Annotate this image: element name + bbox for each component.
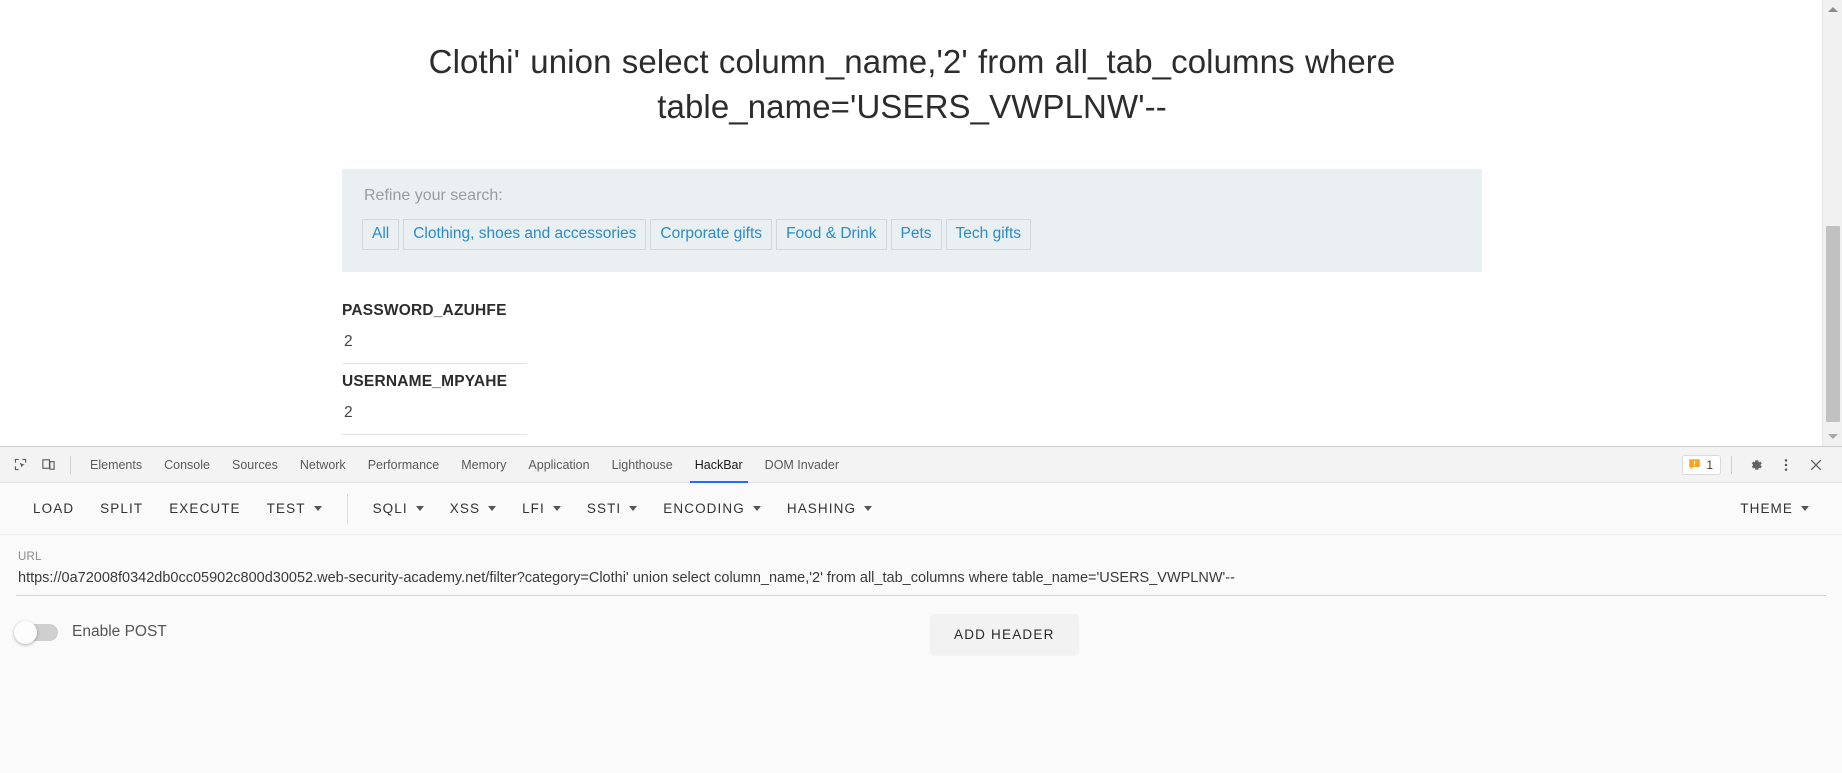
chevron-down-icon: [488, 506, 497, 511]
tab-performance[interactable]: Performance: [357, 447, 451, 483]
inspect-element-icon[interactable]: [6, 451, 34, 479]
tab-hackbar[interactable]: HackBar: [684, 447, 754, 483]
chevron-down-icon: [313, 506, 322, 511]
toolbar-divider-right: [1731, 455, 1732, 474]
inspect-element-icon-glyph: [14, 458, 26, 471]
hackbar-split-label: SPLIT: [100, 501, 144, 516]
hackbar-bottom-row: Enable POST ADD HEADER: [0, 596, 1842, 773]
chevron-down-icon: [1801, 506, 1809, 511]
hackbar-execute-label: EXECUTE: [169, 501, 241, 516]
devtools-panel: Elements Console Sources Network Perform…: [0, 446, 1842, 773]
hackbar-panel: LOAD SPLIT EXECUTE TEST SQLI XSS LFI SST…: [0, 483, 1842, 773]
hackbar-encoding-menu[interactable]: ENCODING: [650, 493, 774, 524]
result-row: PASSWORD_AZUHFE 2: [342, 302, 527, 365]
hackbar-load-label: LOAD: [33, 501, 75, 516]
devtools-tabs: Elements Console Sources Network Perform…: [79, 447, 850, 483]
enable-post-toggle[interactable]: Enable POST: [14, 620, 167, 644]
devtools-tabbar: Elements Console Sources Network Perform…: [0, 447, 1842, 483]
device-toolbar-icon-glyph: [41, 459, 55, 470]
hackbar-test-menu[interactable]: TEST: [254, 493, 335, 524]
hackbar-encoding-label: ENCODING: [663, 501, 745, 516]
hackbar-test-label: TEST: [266, 501, 306, 516]
device-toolbar-icon[interactable]: [34, 451, 62, 479]
tab-sources[interactable]: Sources: [221, 447, 289, 483]
result-name: USERNAME_MPYAHE: [342, 373, 508, 391]
category-link-corporate[interactable]: Corporate gifts: [650, 219, 773, 251]
tab-elements[interactable]: Elements: [79, 447, 153, 483]
page-viewport: Clothi' union select column_name,'2' fro…: [0, 0, 1842, 446]
warnings-badge[interactable]: 1: [1682, 454, 1721, 475]
hackbar-ssti-menu[interactable]: SSTI: [574, 493, 650, 524]
tab-lighthouse[interactable]: Lighthouse: [601, 447, 684, 483]
add-header-button[interactable]: ADD HEADER: [930, 614, 1079, 655]
hackbar-split-button[interactable]: SPLIT: [87, 493, 156, 524]
hackbar-url-block: URL: [0, 535, 1842, 596]
hackbar-toolbar-divider: [346, 493, 348, 524]
devtools-toolbar-right: 1: [1682, 451, 1836, 479]
tab-memory[interactable]: Memory: [450, 447, 517, 483]
hackbar-hashing-menu[interactable]: HASHING: [774, 493, 885, 524]
category-link-food-drink[interactable]: Food & Drink: [776, 219, 887, 251]
page-content: Clothi' union select column_name,'2' fro…: [0, 0, 1824, 446]
close-icon[interactable]: [1802, 451, 1830, 479]
hackbar-theme-label: THEME: [1740, 501, 1793, 516]
result-name: PASSWORD_AZUHFE: [342, 302, 507, 320]
results-list: PASSWORD_AZUHFE 2 USERNAME_MPYAHE 2: [342, 302, 527, 436]
chevron-down-icon: [415, 506, 424, 511]
more-vertical-icon[interactable]: [1772, 451, 1800, 479]
hackbar-execute-button[interactable]: EXECUTE: [156, 493, 253, 524]
settings-gear-icon-glyph: [1751, 459, 1762, 470]
hackbar-theme-menu[interactable]: THEME: [1727, 493, 1822, 524]
result-value: 2: [342, 322, 527, 365]
hackbar-toolbar: LOAD SPLIT EXECUTE TEST SQLI XSS LFI SST…: [0, 483, 1842, 535]
scroll-up-arrow-icon[interactable]: [1823, 0, 1842, 19]
browser-window: Clothi' union select column_name,'2' fro…: [0, 0, 1842, 773]
tab-application[interactable]: Application: [517, 447, 600, 483]
hackbar-ssti-label: SSTI: [586, 501, 622, 516]
enable-post-switch[interactable]: [14, 620, 58, 644]
hackbar-lfi-menu[interactable]: LFI: [509, 493, 574, 524]
chevron-down-icon: [552, 506, 561, 511]
scroll-down-arrow-icon[interactable]: [1823, 427, 1842, 446]
url-input[interactable]: [16, 567, 1826, 596]
settings-gear-icon[interactable]: [1742, 451, 1770, 479]
hackbar-sqli-menu[interactable]: SQLI: [360, 493, 437, 524]
hackbar-xss-menu[interactable]: XSS: [437, 493, 509, 524]
more-vertical-icon-glyph: [1784, 458, 1788, 471]
hackbar-xss-label: XSS: [449, 501, 481, 516]
refine-search-label: Refine your search:: [364, 187, 503, 205]
chevron-down-icon: [629, 506, 638, 511]
page-title: Clothi' union select column_name,'2' fro…: [428, 43, 1396, 125]
enable-post-label: Enable POST: [72, 623, 167, 640]
category-link-tech-gifts[interactable]: Tech gifts: [945, 219, 1032, 251]
page-vertical-scrollbar[interactable]: [1822, 0, 1842, 446]
chevron-down-icon: [752, 506, 761, 511]
chevron-down-icon: [864, 506, 873, 511]
hackbar-load-button[interactable]: LOAD: [20, 493, 87, 524]
close-icon-glyph: [1810, 459, 1822, 470]
category-links: All Clothing, shoes and accessories Corp…: [362, 219, 1462, 251]
toggle-knob: [14, 620, 37, 644]
tab-dom-invader[interactable]: DOM Invader: [754, 447, 850, 483]
tab-console[interactable]: Console: [153, 447, 221, 483]
result-row: USERNAME_MPYAHE 2: [342, 373, 527, 436]
warnings-count: 1: [1706, 457, 1713, 472]
category-link-all[interactable]: All: [362, 219, 400, 251]
warning-icon: [1689, 459, 1701, 470]
category-link-pets[interactable]: Pets: [890, 219, 942, 251]
result-value: 2: [342, 393, 527, 436]
url-field-label: URL: [18, 551, 42, 563]
toolbar-divider: [70, 455, 71, 474]
hackbar-lfi-label: LFI: [522, 501, 545, 516]
refine-search-panel: Refine your search: All Clothing, shoes …: [342, 169, 1482, 273]
scrollbar-thumb[interactable]: [1826, 226, 1840, 422]
category-link-clothing[interactable]: Clothing, shoes and accessories: [403, 219, 647, 251]
hackbar-sqli-label: SQLI: [372, 501, 408, 516]
hackbar-hashing-label: HASHING: [786, 501, 857, 516]
tab-network[interactable]: Network: [289, 447, 357, 483]
